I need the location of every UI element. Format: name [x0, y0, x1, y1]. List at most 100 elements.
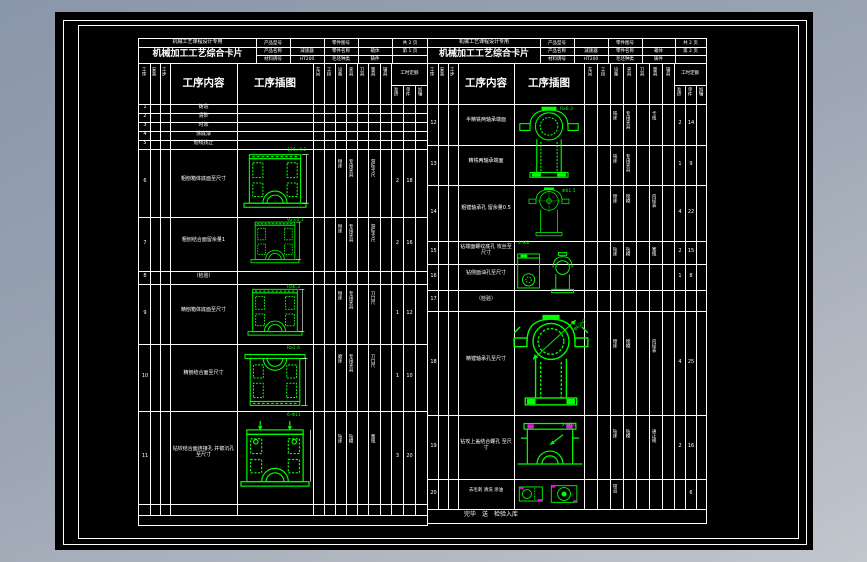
info-label: 产品名称: [548, 49, 566, 54]
op-no: 18: [430, 359, 437, 365]
sketch-dimension: 2-M10: [562, 423, 577, 428]
grid-hline: [428, 311, 706, 312]
part-sketch-top-view-flipped: [240, 348, 310, 408]
op-fixture: 专用夹具: [348, 354, 354, 372]
col-header-step: 工步: [449, 67, 455, 76]
col-header-sketch: 工序插图: [528, 77, 570, 89]
col-header-narrow: 车间: [315, 67, 321, 76]
col-header-time: 工时定额: [681, 71, 699, 76]
op-content: 精镗轴承孔至尺寸: [465, 356, 506, 362]
info-label: 毛坯种类: [616, 57, 634, 62]
op-content: 精刨箱体底面至尺寸: [180, 307, 226, 313]
grid-hline: [428, 185, 706, 186]
op-content-inspection: （检验）: [193, 273, 214, 279]
info-page-no: 第 2 页: [683, 49, 698, 54]
op-time-piece: 16: [406, 240, 413, 246]
op-time-setup: 1: [678, 161, 682, 167]
grid-hline: [139, 63, 428, 64]
op-no: 8: [143, 273, 147, 279]
grid-hline: [139, 149, 428, 150]
op-no: 15: [430, 248, 437, 254]
op-gauge: 内径表: [651, 194, 657, 208]
part-sketch-drill-view: [238, 416, 312, 500]
op-time-setup: 2: [678, 248, 682, 254]
grid-hline: [391, 85, 428, 86]
card-title: 机械加工工艺综合卡片: [438, 49, 529, 59]
op-gauge: 游标卡尺: [370, 159, 376, 177]
op-time-piece: 12: [406, 310, 413, 316]
grid-hline: [139, 217, 428, 218]
grid-hline: [428, 104, 706, 105]
op-equipment: 铣床: [612, 111, 618, 120]
op-time-setup: 4: [678, 359, 682, 365]
col-header-narrow: 量具: [370, 67, 376, 76]
op-time-setup: 1: [395, 310, 400, 316]
info-label: 零件名称: [332, 49, 350, 54]
op-content: 粗刨结合面留余量1: [181, 237, 226, 243]
op-content: 清砂: [198, 113, 209, 119]
card-header-small: 机械工艺课程设计专用: [172, 39, 223, 45]
op-no: 17: [430, 296, 437, 302]
op-gauge: 塞规: [651, 247, 657, 256]
op-content: 粗镗轴承孔 留余量0.5: [461, 205, 511, 211]
col-header-narrow: 夹具: [348, 67, 354, 76]
op-time-setup: 2: [395, 240, 400, 246]
sketch-dimension: 4-M8: [518, 241, 530, 246]
col-header-narrow: 辅具: [665, 67, 671, 76]
col-header-narrow: 设备: [613, 67, 619, 76]
op-time-setup: 2: [395, 178, 400, 184]
op-content: 去毛刺 清洗 涂油: [468, 488, 504, 493]
op-fixture: 专用夹具: [625, 111, 631, 129]
op-time-setup: 2: [678, 443, 682, 449]
grid-vline: [662, 63, 663, 509]
card-title: 机械加工工艺综合卡片: [152, 49, 243, 59]
op-no: 12: [430, 120, 437, 126]
op-content: 钻攻上盖结合螺孔 至尺寸: [460, 439, 512, 451]
sketch-dimension: 92±0.1: [287, 218, 304, 223]
op-time-setup: 1: [678, 273, 682, 279]
op-content: 铸造: [198, 104, 209, 110]
info-value: 箱体: [370, 49, 380, 54]
col-header-time-sub: 加辅: [698, 87, 704, 96]
grid-hline: [139, 284, 428, 285]
card-header-small: 机械工艺课程设计专用: [458, 39, 509, 45]
op-content: 精铣两轴承端面: [468, 158, 504, 164]
op-time-piece: 18: [406, 178, 413, 184]
info-value: HT200: [299, 57, 315, 62]
info-label: 产品型号: [264, 41, 282, 46]
info-pages: 共 2 页: [683, 41, 698, 46]
op-time-piece: 22: [687, 209, 695, 215]
grid-vline: [696, 85, 697, 509]
part-sketch-front-view: [517, 106, 581, 182]
op-time-setup: 1: [395, 373, 400, 379]
op-fixture: 钻模: [348, 434, 354, 443]
grid-hline: [674, 85, 706, 86]
grid-vline: [649, 63, 650, 509]
op-gauge: 通止规: [651, 429, 657, 443]
op-fixture: 专用夹具: [348, 224, 354, 242]
col-header-narrow: 辅具: [382, 67, 388, 76]
col-header-narrow: 车间: [587, 67, 593, 76]
sketch-dimension: 170±0.2: [287, 148, 307, 153]
op-time-piece: 6: [689, 490, 693, 496]
col-header-narrow: 设备: [337, 67, 343, 76]
col-header-no: 工序: [141, 67, 147, 76]
col-header-content: 工序内容: [465, 77, 507, 89]
op-content: 钻侧面油孔至尺寸: [465, 270, 506, 276]
op-time-piece: 14: [687, 120, 695, 126]
grid-hline: [139, 411, 428, 412]
op-no: 19: [430, 443, 437, 449]
grid-vline: [610, 63, 611, 509]
col-header-narrow: 刀具: [359, 67, 365, 76]
cad-viewport: { "colors": {"background_gray": "#9aa4b2…: [0, 0, 867, 562]
grid-vline: [674, 63, 675, 509]
op-no: 7: [143, 240, 147, 246]
info-label: 产品型号: [548, 41, 566, 46]
op-gauge: 卡规: [651, 111, 657, 120]
col-header-time: 工时定额: [400, 71, 419, 76]
grid-hline: [428, 47, 706, 48]
grid-hline: [428, 415, 706, 416]
op-content: 半精铣两轴承端面: [465, 117, 506, 123]
op-content: 涂底漆: [195, 131, 211, 137]
info-value: HT200: [583, 57, 599, 62]
